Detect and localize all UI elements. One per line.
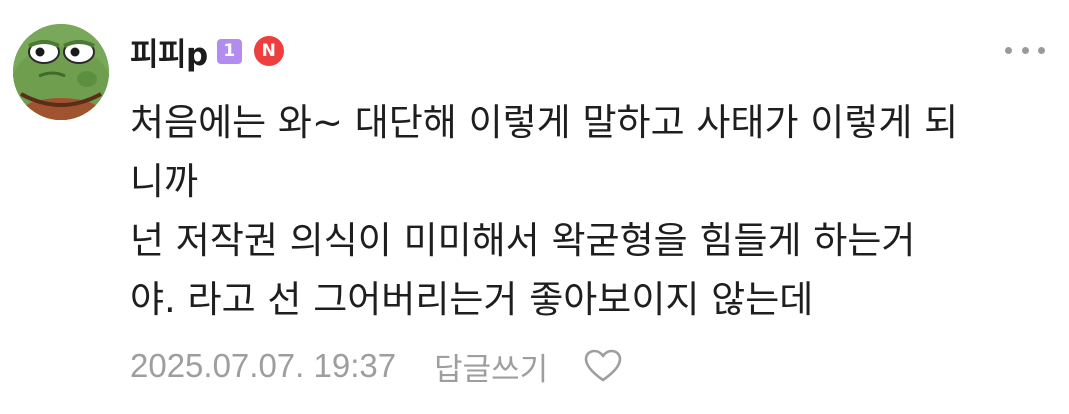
like-button[interactable] — [582, 346, 624, 386]
more-horizontal-icon — [1005, 46, 1012, 54]
comment-body-line: 처음에는 와~ 대단해 이렇게 말하고 사태가 이렇게 되 — [130, 101, 959, 144]
heart-outline-icon — [584, 349, 622, 382]
timestamp: 2025.07.07. 19:37 — [130, 347, 397, 384]
more-options-button[interactable] — [1005, 38, 1045, 62]
reply-button[interactable]: 답글쓰기 — [434, 344, 548, 389]
comment-body-line: 야. 라고 선 그어버리는거 좋아보이지 않는데 — [130, 278, 814, 321]
comment-header: 피피p 1 N — [130, 29, 284, 74]
avatar[interactable] — [13, 24, 109, 120]
more-dot — [1021, 46, 1029, 54]
comment-body-line: 넌 저작권 의식이 미미해서 왁굳형을 힘들게 하는거 — [130, 219, 916, 262]
comment-item: 피피p 1 N 처음에는 와~ 대단해 이렇게 말하고 사태가 이렇게 되 니까… — [0, 0, 1069, 414]
new-badge: N — [253, 36, 284, 66]
more-dot — [1038, 46, 1045, 54]
comment-footer: 2025.07.07. 19:37 답글쓰기 — [130, 343, 624, 389]
level-badge: 1 — [216, 38, 242, 64]
comment-body-line: 니까 — [130, 160, 199, 203]
comment-body: 처음에는 와~ 대단해 이렇게 말하고 사태가 이렇게 되 니까 넌 저작권 의… — [130, 93, 1050, 329]
author-name[interactable]: 피피p — [130, 29, 208, 74]
frog-avatar-icon — [13, 24, 109, 120]
